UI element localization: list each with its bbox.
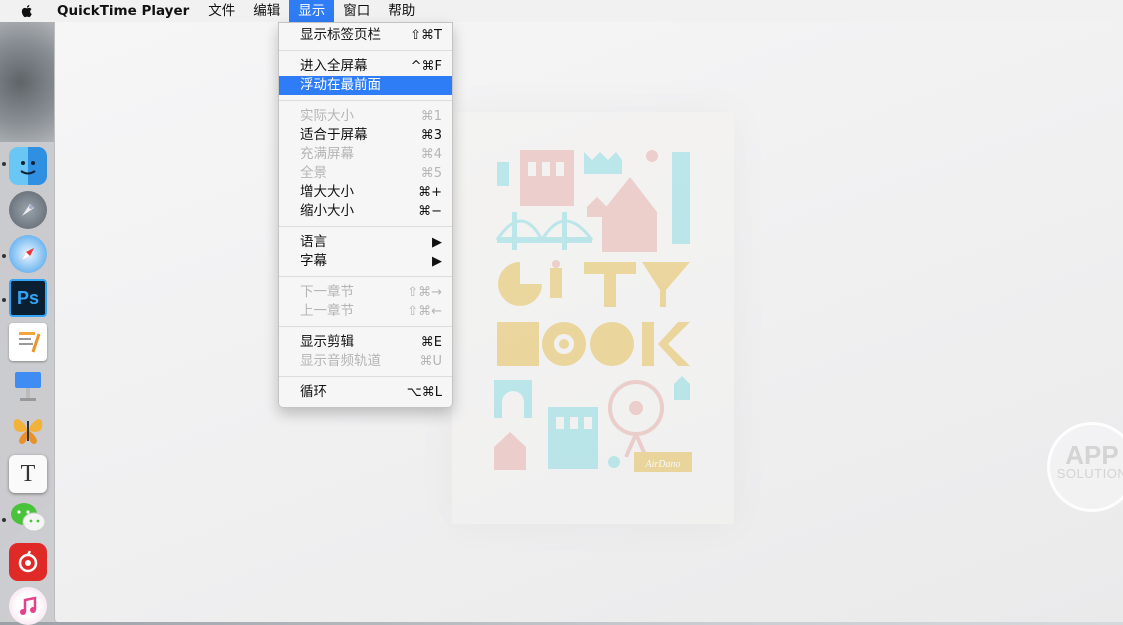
menu-item-shortcut: ⌘− — [418, 204, 442, 219]
typora-label: T — [20, 460, 36, 487]
menu-separator — [279, 100, 452, 101]
menu-edit[interactable]: 编辑 — [244, 0, 289, 22]
watermark-line2: SOLUTION — [1056, 466, 1123, 481]
watermark-line1: APP — [1065, 440, 1119, 470]
menu-item-show-clips[interactable]: 显示剪辑 ⌘E — [279, 333, 452, 352]
menu-item-decrease-size[interactable]: 缩小大小 ⌘− — [279, 202, 452, 221]
menu-separator — [279, 276, 452, 277]
menu-view[interactable]: 显示 — [289, 0, 335, 22]
menu-item-shortcut: ⌘1 — [420, 109, 442, 124]
menu-separator — [279, 226, 452, 227]
menu-item-label: 缩小大小 — [300, 203, 354, 219]
menu-item-label: 实际大小 — [300, 108, 354, 124]
pages-icon[interactable] — [9, 323, 47, 361]
menu-item-fill-screen: 充满屏幕 ⌘4 — [279, 145, 452, 164]
running-indicator — [2, 518, 6, 522]
menu-item-shortcut: ⌘4 — [420, 147, 442, 162]
menu-item-shortcut: ^⌘F — [410, 59, 442, 74]
menu-item-shortcut: ⇧⌘T — [410, 28, 442, 43]
menu-file[interactable]: 文件 — [199, 0, 244, 22]
tes-butterfly-icon[interactable] — [9, 411, 47, 449]
typora-icon[interactable]: T — [9, 455, 47, 493]
menu-bar: QuickTime Player 文件 编辑 显示 窗口 帮助 — [0, 0, 1123, 23]
menu-item-enter-fullscreen[interactable]: 进入全屏幕 ^⌘F — [279, 57, 452, 76]
app-name-menu[interactable]: QuickTime Player — [47, 3, 199, 19]
menu-item-subtitles[interactable]: 字幕 ▶ — [279, 252, 452, 271]
submenu-arrow-icon: ▶ — [432, 235, 442, 250]
menu-item-shortcut: ⌘5 — [420, 166, 442, 181]
menu-item-panoramic: 全景 ⌘5 — [279, 164, 452, 183]
photoshop-label: Ps — [16, 287, 40, 308]
desktop-wallpaper — [0, 22, 54, 142]
menu-separator — [279, 50, 452, 51]
menu-item-label: 适合于屏幕 — [300, 127, 368, 143]
menu-item-label: 增大大小 — [300, 184, 354, 200]
menu-item-language[interactable]: 语言 ▶ — [279, 233, 452, 252]
safari-icon[interactable] — [9, 235, 47, 273]
menu-item-label: 字幕 — [300, 253, 327, 269]
photoshop-icon[interactable]: Ps — [9, 279, 47, 317]
menu-item-shortcut: ⇧⌘→ — [407, 285, 442, 300]
menu-item-label: 全景 — [300, 165, 327, 181]
menu-item-label: 下一章节 — [300, 284, 354, 300]
menu-item-increase-size[interactable]: 增大大小 ⌘+ — [279, 183, 452, 202]
submenu-arrow-icon: ▶ — [432, 254, 442, 269]
apple-logo-icon[interactable] — [19, 3, 35, 19]
view-menu-dropdown: 显示标签页栏 ⇧⌘T 进入全屏幕 ^⌘F 浮动在最前面 实际大小 ⌘1 适合于屏… — [278, 22, 453, 408]
menu-item-shortcut: ⌘E — [420, 335, 442, 350]
running-indicator — [2, 254, 6, 258]
keynote-icon[interactable] — [9, 367, 47, 405]
menu-item-label: 显示标签页栏 — [300, 27, 381, 43]
menu-item-shortcut: ⌘+ — [418, 185, 442, 200]
menu-item-float-on-top[interactable]: 浮动在最前面 — [279, 76, 452, 95]
quicktime-window: AirDano APP SOLUTION — [54, 22, 1123, 622]
menu-item-label: 充满屏幕 — [300, 146, 354, 162]
menu-item-next-chapter: 下一章节 ⇧⌘→ — [279, 283, 452, 302]
menu-separator — [279, 326, 452, 327]
menu-window[interactable]: 窗口 — [334, 0, 379, 22]
menu-item-label: 循环 — [300, 384, 327, 400]
running-indicator — [2, 162, 6, 166]
menu-item-loop[interactable]: 循环 ⌥⌘L — [279, 383, 452, 402]
menu-item-actual-size: 实际大小 ⌘1 — [279, 107, 452, 126]
menu-item-label: 显示剪辑 — [300, 334, 354, 350]
city-book-poster: AirDano — [452, 112, 734, 524]
poster-brand-text: AirDano — [645, 459, 681, 470]
menu-item-fit-to-screen[interactable]: 适合于屏幕 ⌘3 — [279, 126, 452, 145]
running-indicator — [2, 298, 6, 302]
menu-item-label: 进入全屏幕 — [300, 58, 368, 74]
menu-item-label: 浮动在最前面 — [300, 77, 381, 93]
menu-item-label: 显示音频轨道 — [300, 353, 381, 369]
menu-item-label: 上一章节 — [300, 303, 354, 319]
menu-item-show-tab-bar[interactable]: 显示标签页栏 ⇧⌘T — [279, 26, 452, 45]
poster-artwork: AirDano — [494, 150, 692, 472]
menu-item-label: 语言 — [300, 234, 327, 250]
finder-icon[interactable] — [9, 147, 47, 185]
dock: Ps T — [0, 142, 54, 625]
wechat-icon[interactable] — [9, 499, 47, 537]
menu-item-shortcut: ⌥⌘L — [406, 385, 442, 400]
menu-help[interactable]: 帮助 — [379, 0, 424, 22]
launchpad-icon[interactable] — [9, 191, 47, 229]
menu-item-shortcut: ⌘3 — [420, 128, 442, 143]
itunes-icon[interactable] — [9, 587, 47, 625]
app-solution-watermark: APP SOLUTION — [1047, 422, 1123, 512]
menu-item-show-audio-track: 显示音频轨道 ⌘U — [279, 352, 452, 371]
menu-item-shortcut: ⌘U — [419, 354, 442, 369]
menu-item-previous-chapter: 上一章节 ⇧⌘← — [279, 302, 452, 321]
menu-item-shortcut: ⇧⌘← — [407, 304, 442, 319]
netease-music-icon[interactable] — [9, 543, 47, 581]
menu-separator — [279, 376, 452, 377]
